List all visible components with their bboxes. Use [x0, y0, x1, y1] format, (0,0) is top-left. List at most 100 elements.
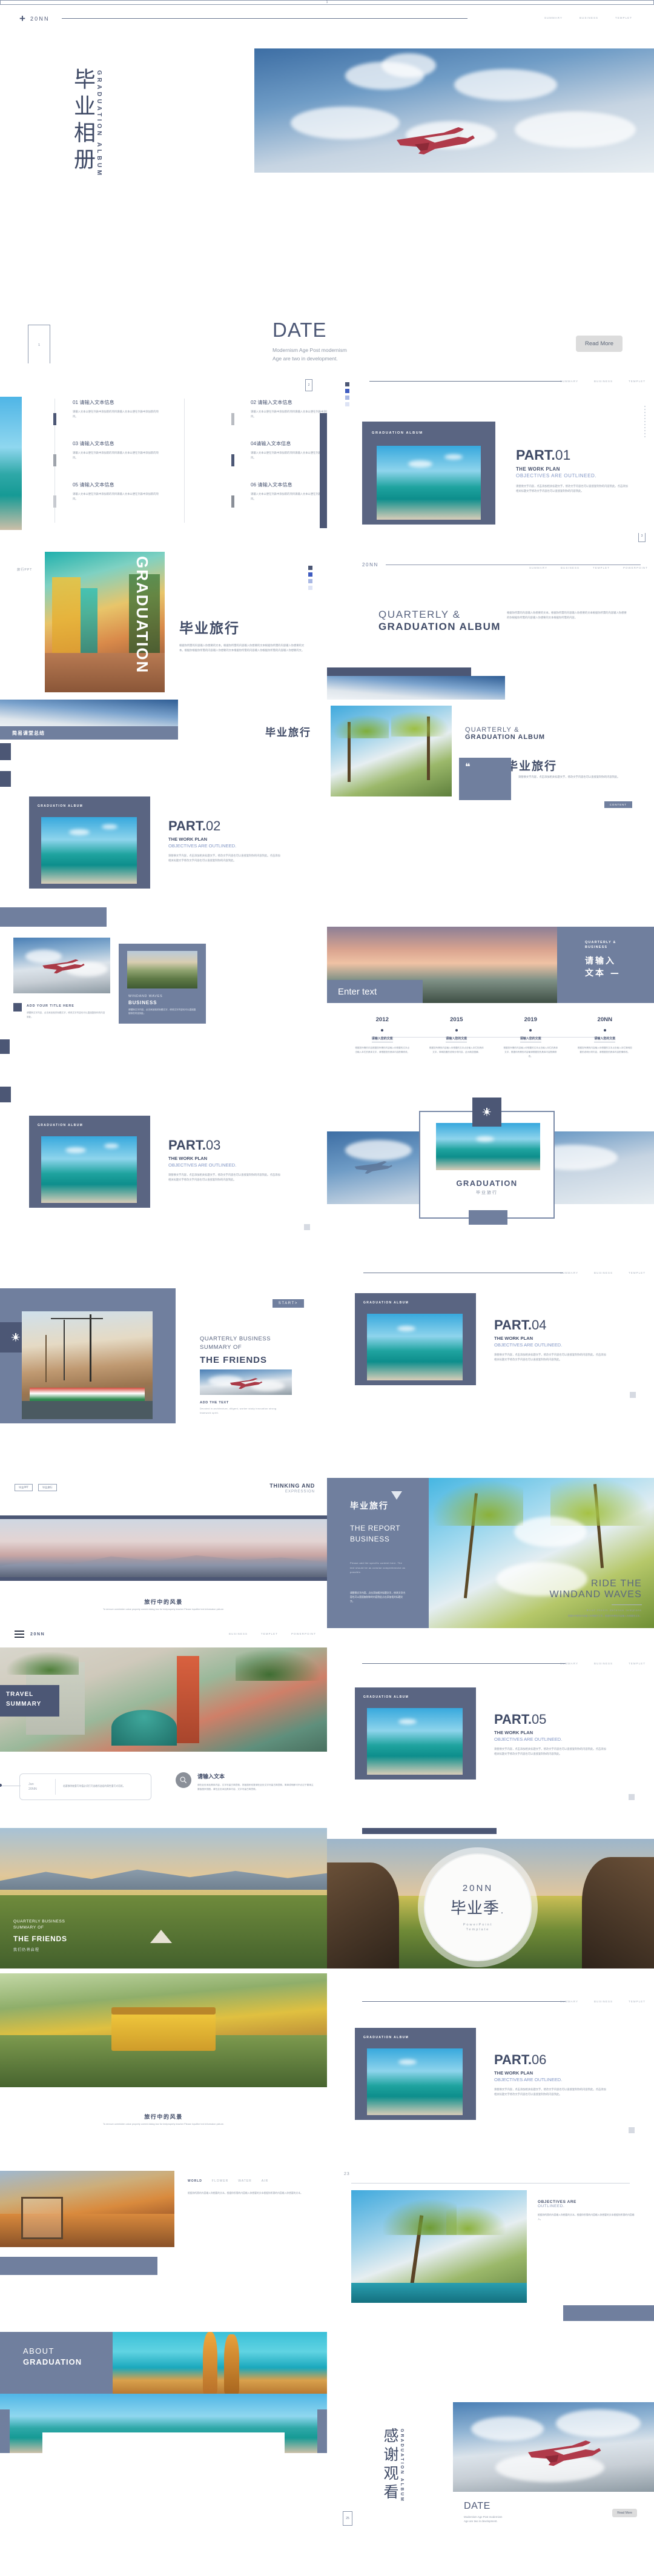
part-heading: PART.05	[494, 1712, 547, 1727]
about-photo	[113, 2332, 327, 2394]
quarterly-photo	[327, 676, 505, 700]
sun-icon	[12, 1333, 20, 1342]
tab-water[interactable]: WATER	[238, 2179, 252, 2183]
part-body: 请替换文字内容，点击添加相关标题文字，修改文字内容也可以直接复制你的内容到此。点…	[494, 1353, 606, 1362]
about-line2: GRADUATION	[23, 2357, 82, 2366]
nav-item-summary[interactable]: SUMMARY	[560, 1662, 578, 1665]
quarterly-page: 3	[638, 533, 646, 542]
tab-air[interactable]: AIR	[262, 2179, 268, 2183]
about-left-tab	[0, 2409, 10, 2453]
airplane-icon	[528, 2440, 601, 2466]
scenery-photo	[0, 1519, 327, 1577]
nav-item-templet[interactable]: TEMPLET	[629, 1271, 646, 1274]
slide-scenery: 毕业PPT 毕业旅行 THINKING AND EXPRESSION 旅行中的风…	[0, 1454, 327, 1628]
summary-nav[interactable]: BUSINESS TEMPLET POWERPOINT	[229, 1632, 316, 1635]
part06-nav[interactable]: SUMMARY BUSINESS TEMPLET	[560, 2000, 646, 2003]
list-item[interactable]: 02 请输入文本信息 请输入文本以便在列表中添加新的项目请输入文本以便在列表中添…	[231, 399, 327, 440]
grad-card-footer	[469, 1210, 507, 1225]
windand-photo	[127, 951, 197, 988]
part04-nav[interactable]: SUMMARY BUSINESS TEMPLET	[560, 1271, 646, 1274]
nav-item-powerpoint[interactable]: POWERPOINT	[291, 1632, 316, 1635]
scenery-tags[interactable]: 毕业PPT 毕业旅行	[15, 1484, 57, 1491]
part05-corner	[629, 1794, 635, 1800]
slide-cover: + 20NN SUMMARY BUSINESS TEMPLET 毕业相册 GRA…	[0, 0, 654, 282]
nav-item-business[interactable]: BUSINESS	[594, 1271, 613, 1274]
season-circle: 20NN 毕业季. PowerPoint Template	[424, 1853, 532, 1961]
bus-body: To remove overridden value property over…	[102, 2123, 225, 2125]
timeline-item[interactable]: 2019 请输入您的文案 根据您所需的内容输入你想要的文本点击输入本栏的具体文字…	[494, 1016, 568, 1059]
slide-part-01: SUMMARY BUSINESS TEMPLET GRADUATION ALBU…	[327, 363, 654, 530]
nav-item-business[interactable]: BUSINESS	[229, 1632, 248, 1635]
part-sub2: OBJECTIVES ARE OUTLINEED.	[494, 1737, 563, 1742]
nav-item-summary[interactable]: SUMMARY	[560, 380, 578, 383]
part-nav[interactable]: SUMMARY BUSINESS TEMPLET	[560, 380, 646, 383]
nav-item-templet[interactable]: TEMPLET	[629, 380, 646, 383]
nav-item-summary[interactable]: SUMMARY	[560, 1271, 578, 1274]
nav-item-business[interactable]: BUSINESS	[594, 2000, 613, 2003]
side-dots	[644, 406, 646, 439]
tag-graduation-ppt[interactable]: 毕业PPT	[15, 1484, 33, 1491]
travel-tag: 旅行PPT	[17, 568, 33, 572]
nav-item-templet[interactable]: TEMPLET	[629, 1662, 646, 1665]
palm-body: 请替换文字内容，点击添加相关标题文字，修改文字内容也可以直接复制你的内容到此。	[518, 775, 620, 778]
top-nav[interactable]: SUMMARY BUSINESS TEMPLET	[544, 16, 632, 19]
nav-item-powerpoint[interactable]: POWERPOINT	[623, 566, 648, 569]
nav-item-business[interactable]: BUSINESS	[594, 380, 613, 383]
enter-text-kicker: QUARTERLY & BUSINESS	[585, 941, 616, 950]
list-item[interactable]: 03 请输入文本信息 请输入文本以便在列表中添加新的项目请输入文本以便在列表中添…	[53, 440, 164, 481]
read-more-button[interactable]: Read More	[576, 336, 623, 352]
timeline-item[interactable]: 2012 请输入您的文案 根据您所需的内容根据您所需的内容输入你想要的文本点击输…	[345, 1016, 420, 1059]
nav-item-summary[interactable]: SUMMARY	[560, 2000, 578, 2003]
about-right-tab	[317, 2409, 327, 2453]
content-button[interactable]: CONTENT	[604, 801, 632, 808]
search-doc-icon	[176, 1772, 191, 1788]
tab-world[interactable]: WORLD	[188, 2179, 202, 2183]
timeline-body: 根据您所需的内容根据您所需的内容输入你想要的文本点击输入本栏的具体文字，请根据您…	[355, 1047, 410, 1053]
nav-item-business[interactable]: BUSINESS	[580, 16, 598, 19]
part-text-block: PART.01 THE WORK PLAN OBJECTIVES ARE OUT…	[516, 448, 628, 494]
quarterly-line1: QUARTERLY &	[378, 609, 461, 620]
gallery-tabs[interactable]: WORLD FLOWER WATER AIR	[188, 2179, 268, 2183]
nav-item-summary[interactable]: SUMMARY	[529, 566, 547, 569]
camp-title: THE FRIENDS	[13, 1935, 67, 1943]
tag-graduation-travel[interactable]: 毕业旅行	[38, 1484, 57, 1491]
timeline-dot	[603, 1029, 606, 1031]
nav-item-templet[interactable]: TEMPLET	[629, 2000, 646, 2003]
nav-item-summary[interactable]: SUMMARY	[544, 16, 563, 19]
nav-item-templet[interactable]: TEMPLET	[261, 1632, 278, 1635]
thanks-photo	[453, 2402, 654, 2492]
tab-flower[interactable]: FLOWER	[212, 2179, 228, 2183]
hamburger-icon[interactable]	[15, 1631, 24, 1638]
list-item[interactable]: 01 请输入文本信息 请输入文本以便在列表中添加新的项目请输入文本以便在列表中添…	[53, 399, 164, 440]
timeline-year: 2019	[524, 1016, 537, 1023]
slide-thanks: 感谢观看 GRADUATION ALBUM 25 DATE Modernism …	[327, 2399, 654, 2576]
cover-title-cn: 毕业相册	[70, 68, 95, 174]
nav-item-business[interactable]: BUSINESS	[561, 566, 580, 569]
part-badge: GRADUATION ALBUM	[38, 1124, 84, 1127]
nav-item-templet[interactable]: TEMPLET	[593, 566, 610, 569]
timeline-item[interactable]: 20NN 请输入您的文案 根据您所需的内容输入你想要的文本点击输入本栏简明扼要的…	[568, 1016, 642, 1059]
nav-item-templet[interactable]: TEMPLET	[615, 16, 632, 19]
list-item-body: 请输入文本以便在列表中添加新的项目请输入文本以便在列表中添加新的项目。	[251, 410, 327, 419]
travel-body: 根据你所需的内容输入你想要的文本。根据你所需的内容输入你想要的文本根据你所需的内…	[179, 644, 305, 652]
part04-image-frame: GRADUATION ALBUM	[355, 1293, 476, 1385]
thanks-date-label: DATE	[464, 2501, 490, 2511]
part05-nav[interactable]: SUMMARY BUSINESS TEMPLET	[560, 1662, 646, 1665]
nav-item-business[interactable]: BUSINESS	[594, 1662, 613, 1665]
thanks-read-more-button[interactable]: Read More	[612, 2509, 637, 2517]
start-button[interactable]: START>	[272, 1299, 304, 1308]
list-item[interactable]: 05 请输入文本信息 请输入文本以便在列表中添加新的项目请输入文本以便在列表中添…	[53, 481, 164, 522]
ride-body: 根据你所需的内容输入你想要的文本。根据你所需的内容输入你想要的文本。	[567, 1615, 642, 1617]
summary-card: Jan 20NN 若要移除被重写的值必须打开选着所选组的属性重写对话框。	[19, 1773, 151, 1800]
timeline-item[interactable]: 2015 请输入您的文案 根据您所需的内容输入你想要的文本点击输入本栏的具体文字…	[420, 1016, 494, 1059]
summary-right-title: 请输入文本	[197, 1774, 225, 1780]
list-item[interactable]: 06 请输入文本信息 请输入文本以便在列表中添加新的项目请输入文本以便在列表中添…	[231, 481, 327, 522]
slide-palm-card: 23 OBJECTIVES ARE OUTLINEED. 根据你所需的内容输入你…	[327, 2162, 654, 2332]
list-item[interactable]: 04请输入文本信息 请输入文本以便在列表中添加新的项目请输入文本以便在列表中添加…	[231, 440, 327, 481]
part-sub1: THE WORK PLAN	[494, 1730, 533, 1735]
timeline-dot	[381, 1029, 384, 1031]
quarterly-nav[interactable]: SUMMARY BUSINESS TEMPLET POWERPOINT	[529, 566, 648, 569]
part02-tab	[0, 771, 11, 787]
scenery-kicker2: EXPRESSION	[285, 1490, 315, 1494]
part-sub2: OBJECTIVES ARE OUTLINEED.	[494, 1342, 563, 1348]
